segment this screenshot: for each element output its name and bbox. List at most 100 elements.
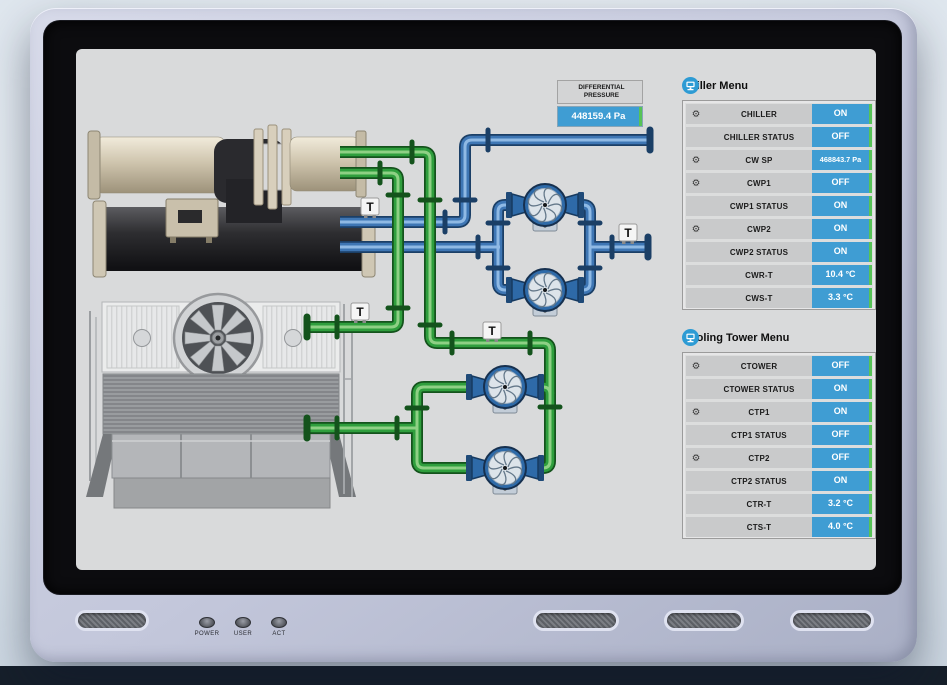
row-label: CTP1 STATUS [706,431,812,440]
row-label: CHILLER STATUS [706,133,812,142]
value-button[interactable]: ON [812,242,872,262]
value-button[interactable]: OFF [812,356,872,376]
menu-row: CHILLER STATUSOFF [686,127,872,147]
menu-row: ⚙︎CWP2ON [686,219,872,239]
value-button[interactable]: 468843.7 Pa [812,150,872,170]
row-label: CW SP [706,156,812,165]
cooling-tower-menu-header: Cooling Tower Menu [682,329,876,347]
green-strip [869,425,872,445]
speaker-grille [78,613,146,628]
row-label: CTS-T [706,523,812,532]
value-button[interactable]: 3.3 °C [812,288,872,308]
row-label: CTOWER STATUS [706,385,812,394]
value-button[interactable]: OFF [812,425,872,445]
svg-text:T: T [356,305,364,319]
row-label: CTR-T [706,500,812,509]
menu-row: CWS-T3.3 °C [686,288,872,308]
speaker-grille [536,613,616,628]
green-strip [869,356,872,376]
green-strip [869,150,872,170]
speaker-grille [793,613,871,628]
panel-pc-device: T T T T DIFFERENTIAL PRESSURE [30,8,917,662]
value-button[interactable]: ON [812,104,872,124]
gear-icon[interactable]: ⚙︎ [686,453,706,464]
chiller-menu-panel: ⚙︎CHILLERONCHILLER STATUSOFF⚙︎CW SP46884… [682,100,876,310]
table-edge [0,666,947,685]
act-led [271,617,287,628]
row-label: CWP2 [706,225,812,234]
menu-row: CWP2 STATUSON [686,242,872,262]
ctp1-pump-icon[interactable] [466,366,544,413]
row-label: CWS-T [706,294,812,303]
gear-icon[interactable]: ⚙︎ [686,109,706,120]
differential-pressure-title: DIFFERENTIAL PRESSURE [570,84,634,99]
green-strip [869,104,872,124]
gear-icon[interactable]: ⚙︎ [686,407,706,418]
value-button[interactable]: OFF [812,448,872,468]
temperature-sensor-icon[interactable]: T [483,322,501,342]
menu-row: CTS-T4.0 °C [686,517,872,537]
green-strip [869,471,872,491]
menu-row: ⚙︎CWP1OFF [686,173,872,193]
differential-pressure-value[interactable]: 448159.4 Pa [557,106,643,127]
hmi-monitor-icon [682,77,699,94]
green-strip [869,173,872,193]
temperature-sensor-icon[interactable]: T [351,303,369,323]
temperature-sensor-icon[interactable]: T [619,224,637,244]
value-button[interactable]: 10.4 °C [812,265,872,285]
menu-row: CWR-T10.4 °C [686,265,872,285]
hmi-monitor-icon [682,329,699,346]
cwp2-pump-icon[interactable] [506,269,584,316]
row-label: CTP2 [706,454,812,463]
green-strip [869,196,872,216]
row-label: CHILLER [706,110,812,119]
row-label: CTP2 STATUS [706,477,812,486]
speaker-grille [667,613,741,628]
menu-row: ⚙︎CTP2OFF [686,448,872,468]
gear-icon[interactable]: ⚙︎ [686,224,706,235]
cooling-tower-menu-panel: ⚙︎CTOWEROFFCTOWER STATUSON⚙︎CTP1ONCTP1 S… [682,352,876,539]
value-button[interactable]: 3.2 °C [812,494,872,514]
gear-icon[interactable]: ⚙︎ [686,361,706,372]
value-button[interactable]: ON [812,196,872,216]
green-strip [869,379,872,399]
menu-row: CTOWER STATUSON [686,379,872,399]
menu-row: ⚙︎CTOWEROFF [686,356,872,376]
temperature-sensor-icon[interactable]: T [361,198,379,218]
green-strip [869,402,872,422]
green-strip [869,448,872,468]
gear-icon[interactable]: ⚙︎ [686,178,706,189]
svg-text:T: T [488,324,496,338]
user-led [235,617,251,628]
power-led [199,617,215,628]
menu-row: CTP1 STATUSOFF [686,425,872,445]
green-strip [869,127,872,147]
value-button[interactable]: ON [812,402,872,422]
row-label: CWP1 [706,179,812,188]
gear-icon[interactable]: ⚙︎ [686,155,706,166]
row-label: CTOWER [706,362,812,371]
value-button[interactable]: ON [812,379,872,399]
green-strip [639,107,642,126]
power-led-label: POWER [187,631,227,637]
value-button[interactable]: OFF [812,127,872,147]
row-label: CWR-T [706,271,812,280]
value-button[interactable]: ON [812,219,872,239]
row-label: CWP1 STATUS [706,202,812,211]
act-led-label: ACT [259,631,299,637]
row-label: CWP2 STATUS [706,248,812,257]
menu-row: CWP1 STATUSON [686,196,872,216]
menu-row: ⚙︎CTP1ON [686,402,872,422]
hmi-screen: T T T T DIFFERENTIAL PRESSURE [76,49,876,570]
menu-row: ⚙︎CHILLERON [686,104,872,124]
green-strip [869,265,872,285]
menu-row: CTP2 STATUSON [686,471,872,491]
value-button[interactable]: 4.0 °C [812,517,872,537]
cwp1-pump-icon[interactable] [506,184,584,231]
value-button[interactable]: ON [812,471,872,491]
ctp2-pump-icon[interactable] [466,447,544,494]
user-led-label: USER [223,631,263,637]
value-button[interactable]: OFF [812,173,872,193]
green-strip [869,494,872,514]
chiller-menu-header: Chiller Menu [682,77,876,95]
